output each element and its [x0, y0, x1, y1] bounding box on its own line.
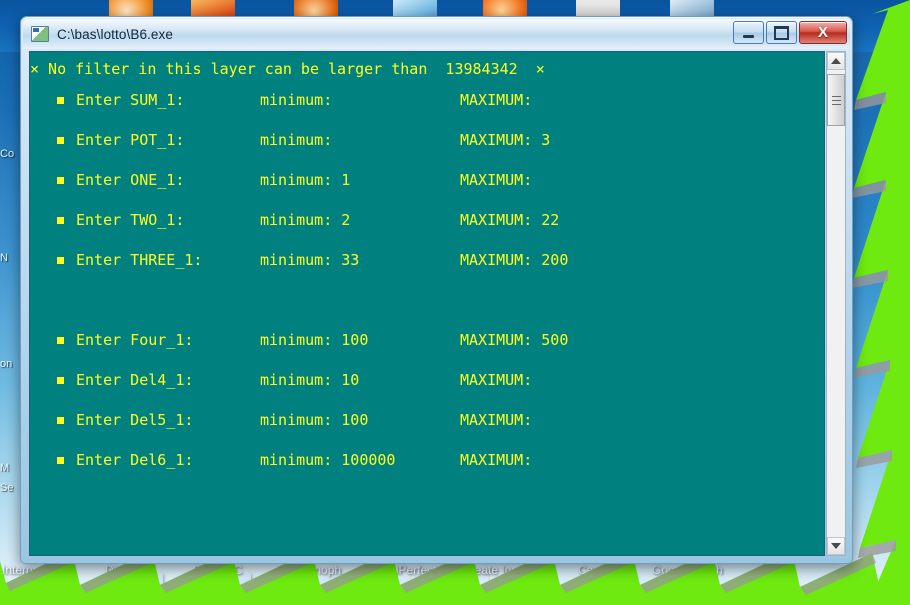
- bullet-icon: [30, 80, 64, 120]
- console-row-label: Enter POT_1:: [76, 131, 185, 149]
- console-row-maximum: MAXIMUM: 200: [460, 251, 569, 269]
- desktop-icon-label[interactable]: Google Earth: [652, 563, 723, 577]
- bullet-icon: [30, 120, 64, 160]
- console-row-label: Enter Del4_1:: [76, 371, 194, 389]
- console-window[interactable]: C:\bas\lotto\B6.exe X × No filter in thi…: [20, 16, 853, 564]
- bullet-icon: [30, 320, 64, 360]
- console-row-minimum: minimum: 100: [260, 411, 369, 429]
- console-row: Enter Del5_1: minimum: 100 MAXIMUM:: [30, 400, 824, 440]
- console-row: Enter Four_1: minimum: 100 MAXIMUM: 500: [30, 320, 824, 360]
- console-row-label: Enter THREE_1:: [76, 251, 203, 269]
- scrollbar-thumb[interactable]: [827, 74, 845, 126]
- grip-line: [831, 95, 841, 97]
- minimize-button[interactable]: [733, 21, 764, 44]
- console-row-maximum: MAXIMUM:: [460, 451, 533, 469]
- console-row: Enter THREE_1: minimum: 33 MAXIMUM: 200: [30, 240, 824, 280]
- desktop-icon-label[interactable]: M: [0, 462, 9, 474]
- grip-line: [831, 99, 841, 101]
- console-row: Enter SUM_1: minimum: MAXIMUM:: [30, 80, 824, 120]
- console-row-minimum: minimum: 1: [260, 171, 351, 189]
- minimize-icon: [743, 34, 754, 38]
- console-row-maximum: MAXIMUM:: [460, 411, 533, 429]
- desktop-icon-label[interactable]: Canon: [578, 563, 613, 577]
- console-row: Enter ONE_1: minimum: 1 MAXIMUM:: [30, 160, 824, 200]
- maximize-icon: [774, 25, 789, 40]
- grip-line: [831, 103, 841, 105]
- desktop-icon-label[interactable]: DTM4PC: [193, 563, 242, 577]
- desktop-icon-label[interactable]: Se: [0, 482, 13, 494]
- console-row: Enter Del6_1: minimum: 100000 MAXIMUM:: [30, 440, 824, 480]
- close-button[interactable]: X: [799, 21, 847, 44]
- console-row-maximum: MAXIMUM: 500: [460, 331, 569, 349]
- console-row-minimum: minimum:: [260, 131, 333, 149]
- console-header-line: × No filter in this layer can be larger …: [30, 60, 545, 78]
- desktop-icon-label[interactable]: Disk: [105, 563, 128, 577]
- desktop-icon-label[interactable]: Co: [0, 148, 14, 160]
- scroll-up-button[interactable]: [827, 52, 845, 70]
- maximize-button[interactable]: [766, 21, 797, 44]
- console-row: Enter TWO_1: minimum: 2 MAXIMUM: 22: [30, 200, 824, 240]
- console-row-label: Enter ONE_1:: [76, 171, 185, 189]
- desktop-icon-label[interactable]: on: [0, 358, 12, 370]
- desktop-icon-label[interactable]: WordPerfect: [370, 563, 436, 577]
- console-row-maximum: MAXIMUM: 3: [460, 131, 551, 149]
- console-row-minimum: minimum: 100: [260, 331, 369, 349]
- console-row-label: Enter Del5_1:: [76, 411, 194, 429]
- console-row-minimum: minimum: 2: [260, 211, 351, 229]
- desktop-icon-label[interactable]: Create Instant: [462, 563, 537, 577]
- window-title: C:\bas\lotto\B6.exe: [57, 26, 173, 42]
- console-row: Enter Del4_1: minimum: 10 MAXIMUM:: [30, 360, 824, 400]
- bullet-icon: [30, 240, 64, 280]
- console-output-area[interactable]: × No filter in this layer can be larger …: [29, 51, 825, 556]
- console-blank-row: [30, 280, 824, 320]
- console-row-minimum: minimum: 10: [260, 371, 360, 389]
- console-row-label: Enter Del6_1:: [76, 451, 194, 469]
- console-row-maximum: MAXIMUM:: [460, 91, 533, 109]
- bullet-icon: [30, 400, 64, 440]
- bullet-icon: [30, 360, 64, 400]
- chevron-down-icon: [831, 543, 841, 549]
- console-row-label: Enter SUM_1:: [76, 91, 185, 109]
- desktop-icon-label[interactable]: N: [0, 252, 8, 264]
- console-row-maximum: MAXIMUM: 22: [460, 211, 560, 229]
- desktop-icon-label[interactable]: Arachnoph..: [283, 563, 348, 577]
- console-app-icon: [31, 26, 49, 42]
- window-body: × No filter in this layer can be larger …: [23, 49, 850, 562]
- console-row-minimum: minimum: 100000: [260, 451, 396, 469]
- console-row-minimum: minimum:: [260, 91, 333, 109]
- console-row-label: Enter TWO_1:: [76, 211, 185, 229]
- window-titlebar[interactable]: C:\bas\lotto\B6.exe X: [23, 19, 850, 49]
- desktop-icon-label[interactable]: Internet: [2, 563, 43, 577]
- console-row-list: Enter SUM_1: minimum: MAXIMUM: Enter POT_1:…: [30, 80, 824, 480]
- bullet-icon: [30, 440, 64, 480]
- console-row-maximum: MAXIMUM:: [460, 371, 533, 389]
- window-buttons: X: [733, 21, 847, 44]
- bullet-icon: [30, 200, 64, 240]
- console-row-maximum: MAXIMUM:: [460, 171, 533, 189]
- console-vertical-scrollbar[interactable]: [826, 51, 846, 556]
- console-row: Enter POT_1: minimum: MAXIMUM: 3: [30, 120, 824, 160]
- chevron-up-icon: [831, 58, 841, 64]
- bullet-icon: [30, 160, 64, 200]
- console-row-label: Enter Four_1:: [76, 331, 194, 349]
- close-icon: X: [817, 24, 828, 41]
- desktop-icon-glyph[interactable]: [133, 572, 163, 598]
- console-row-minimum: minimum: 33: [260, 251, 360, 269]
- scroll-down-button[interactable]: [827, 537, 845, 555]
